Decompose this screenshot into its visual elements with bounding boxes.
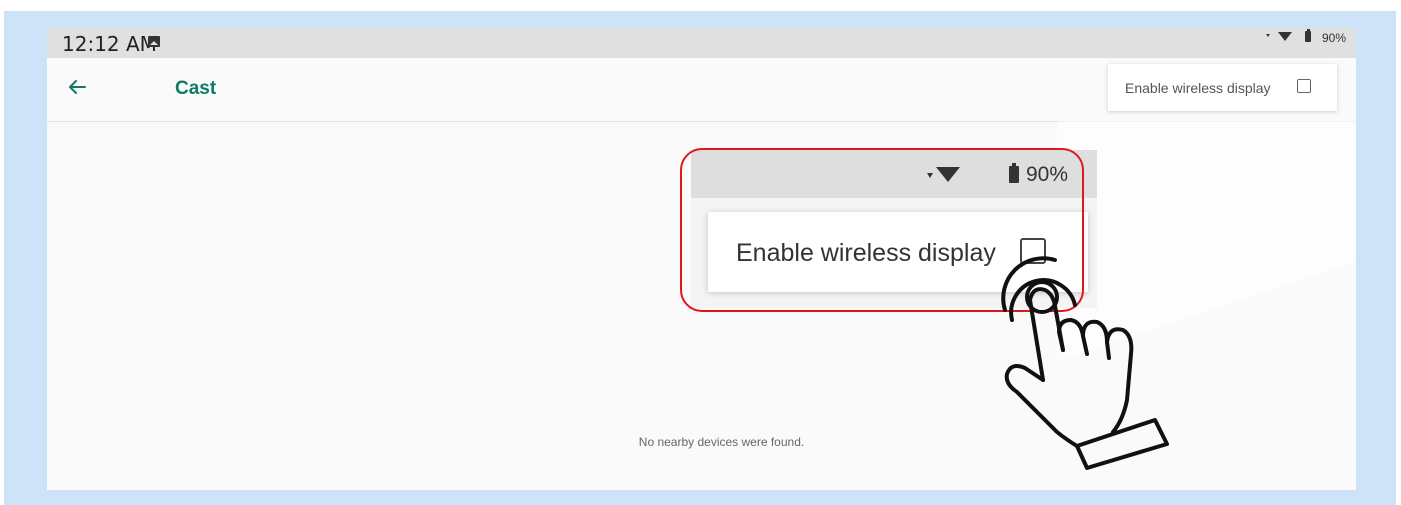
status-bar: 12:12 AM 90%	[47, 28, 1356, 58]
image-notification-icon	[148, 36, 160, 47]
wifi-icon	[1278, 32, 1292, 41]
status-time: 12:12 AM	[62, 32, 157, 56]
battery-percent: 90%	[1321, 31, 1346, 45]
battery-icon	[1305, 29, 1311, 42]
arrow-left-icon[interactable]	[65, 75, 89, 99]
signal-icon	[1266, 34, 1270, 37]
enable-wireless-display-label[interactable]: Enable wireless display	[1125, 80, 1271, 96]
overflow-menu: Enable wireless display	[1108, 64, 1337, 111]
page-title: Cast	[175, 78, 217, 99]
tap-hand-icon	[1001, 256, 1169, 470]
enable-wireless-display-checkbox[interactable]	[1297, 79, 1311, 93]
